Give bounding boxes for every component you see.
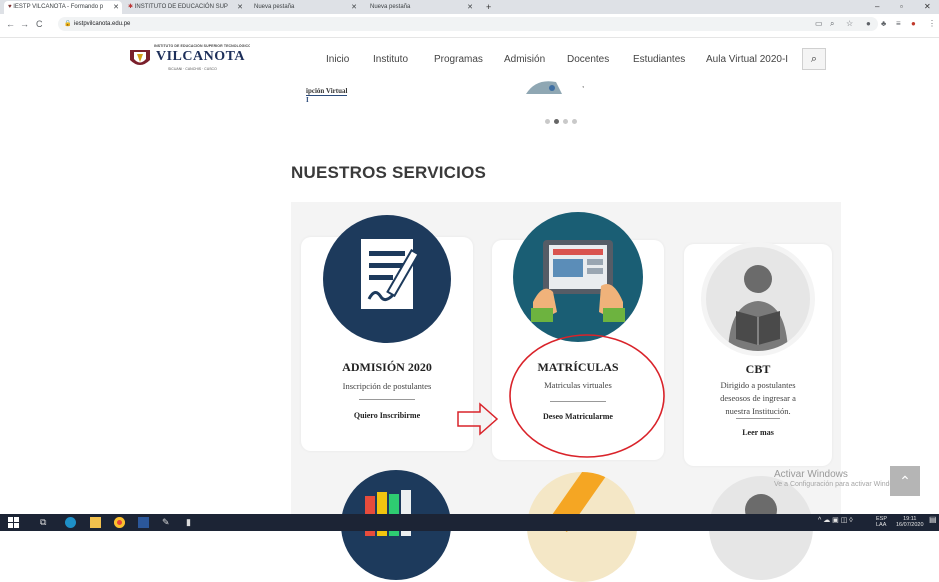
logo-subtitle-bottom: SICUANI · CANCHIS · CUSCO [168,67,217,71]
slider-dot-active[interactable] [554,119,559,124]
card-description: Inscripción de postulantes [342,381,432,391]
close-tab-icon[interactable]: ✕ [467,1,473,14]
service-card-cbt: CBT Dirigido a postulantes deseosos de i… [684,242,832,466]
tab-title: Nueva pestaña [254,4,295,10]
notifications-icon[interactable]: ▤ [929,516,937,524]
file-explorer-icon[interactable] [90,517,101,528]
chrome-browser-icon[interactable] [114,517,125,528]
slider-dot[interactable] [572,119,577,124]
system-clock[interactable]: 19:11 16/07/2020 [896,516,924,528]
maximize-icon[interactable]: ▫ [900,0,903,14]
search-icon: ⌕ [810,53,818,65]
browser-tab-4[interactable]: Nueva pestaña ✕ [366,1,476,14]
nav-admision[interactable]: Admisión [504,54,545,65]
nav-aula-virtual[interactable]: Aula Virtual 2020-I [706,54,788,65]
paint-app-icon[interactable]: ✎ [162,517,173,528]
address-bar[interactable]: 🔒 iestpvilcanota.edu.pe [58,17,878,31]
word-app-icon[interactable] [138,517,149,528]
tab-title: INSTITUTO DE EDUCACIÓN SUP [134,4,228,10]
pinned-app-icon[interactable]: ▮ [186,517,197,528]
admission-document-icon [323,215,451,343]
service-card-admision: ADMISIÓN 2020 Inscripción de postulantes… [301,215,473,451]
tab-favicon-icon: ✱ [128,4,135,10]
slider-dot[interactable] [563,119,568,124]
slider-caption: ipción Virtual I [306,87,348,104]
logo-subtitle-top: INSTITUTO DE EDUCACIÓN SUPERIOR TECNOLÓG… [154,44,250,48]
forward-icon[interactable]: → [20,19,29,29]
tablet-hands-icon [513,212,643,342]
site-logo[interactable]: INSTITUTO DE EDUCACIÓN SUPERIOR TECNOLÓG… [128,42,252,76]
profile-avatar-icon[interactable]: ● [911,19,916,28]
url-text: iestpvilcanota.edu.pe [74,21,131,27]
slider-dot[interactable] [545,119,550,124]
search-button[interactable]: ⌕ [802,48,826,70]
slider-caption-line1: ipción Virtual [306,87,348,96]
slider-pagination [545,111,581,129]
scroll-to-top-button[interactable]: ⌃ [890,466,920,496]
new-tab-button[interactable]: + [486,0,491,14]
browser-tab-strip: ♥ IESTP VILCANOTA - Formando p ✕ ✱ INSTIT… [0,0,939,14]
quiero-inscribirme-link[interactable]: Quiero Inscribirme [301,411,473,420]
card-title: ADMISIÓN 2020 [342,360,432,374]
windows-activation-subtext: Ve a Configuración para activar Windows. [774,481,904,488]
close-tab-icon[interactable]: ✕ [237,1,243,14]
cast-icon[interactable]: ▭ [815,19,823,28]
tab-title: Nueva pestaña [370,4,411,10]
windows-start-icon[interactable] [8,517,19,528]
card-description-line: deseosos de ingresar a [720,393,796,403]
back-icon[interactable]: ← [6,19,15,29]
minimize-icon[interactable]: – [875,0,879,14]
leer-mas-link[interactable]: Leer mas [684,428,832,437]
tray-icons[interactable]: ^ ☁ ▣ ◫ ◊ [818,517,853,524]
task-view-icon[interactable]: ⧉ [40,517,51,528]
windows-activation-watermark: Activar Windows [774,469,848,480]
edge-browser-icon[interactable] [65,517,76,528]
slider-image-fragment [526,81,562,94]
language-indicator[interactable]: ESP LAA [876,516,887,528]
zoom-icon[interactable]: ⌕ [830,19,834,29]
red-annotation-overlay [457,334,665,458]
bookmark-star-icon[interactable]: ☆ [846,19,853,28]
slider-text-fragment: , [582,80,585,89]
tab-title: IESTP VILCANOTA - Formando p [13,4,104,10]
reload-icon[interactable]: C [36,19,43,29]
close-tab-icon[interactable]: ✕ [351,1,357,14]
section-title: NUESTROS SERVICIOS [291,163,487,182]
extension-icon[interactable]: ≡ [896,19,901,28]
card-description-line: nuestra Institución. [725,406,791,416]
card-title: CBT [745,362,771,376]
extension-icon[interactable]: ♣ [881,19,886,28]
clock-date: 16/07/2020 [896,522,924,528]
card-description: Dirigido a postulantes deseosos de ingre… [684,379,832,418]
browser-toolbar: ← → C 🔒 iestpvilcanota.edu.pe ▭ ⌕ ☆ ● ♣ … [0,14,939,38]
windows-taskbar: ⧉ ✎ ▮ ^ ☁ ▣ ◫ ◊ ESP LAA 19:11 16/07/2020… [0,514,939,531]
menu-icon[interactable]: ⋮ [928,19,936,28]
keyboard-layout: LAA [876,522,887,528]
nav-inicio[interactable]: Inicio [326,54,349,65]
nav-estudiantes[interactable]: Estudiantes [633,54,685,65]
close-window-icon[interactable]: ✕ [924,0,931,14]
logo-text: VILCANOTA [156,49,246,64]
browser-tab-1[interactable]: ♥ IESTP VILCANOTA - Formando p ✕ [4,1,122,14]
browser-tab-2[interactable]: ✱ INSTITUTO DE EDUCACIÓN SUP ✕ [124,1,246,14]
reader-avatar-icon [701,242,815,356]
extension-icon[interactable]: ● [866,19,871,28]
lock-icon: 🔒 [64,21,72,27]
slider-caption-line2: I [306,96,309,104]
nav-docentes[interactable]: Docentes [567,54,609,65]
nav-instituto[interactable]: Instituto [373,54,408,65]
nav-programas[interactable]: Programas [434,54,483,65]
card-description-line: Dirigido a postulantes [720,380,796,390]
card-divider [359,399,415,400]
chevron-up-icon: ⌃ [899,473,911,489]
browser-tab-3[interactable]: Nueva pestaña ✕ [250,1,360,14]
card-divider [736,418,780,419]
close-tab-icon[interactable]: ✕ [113,1,119,14]
